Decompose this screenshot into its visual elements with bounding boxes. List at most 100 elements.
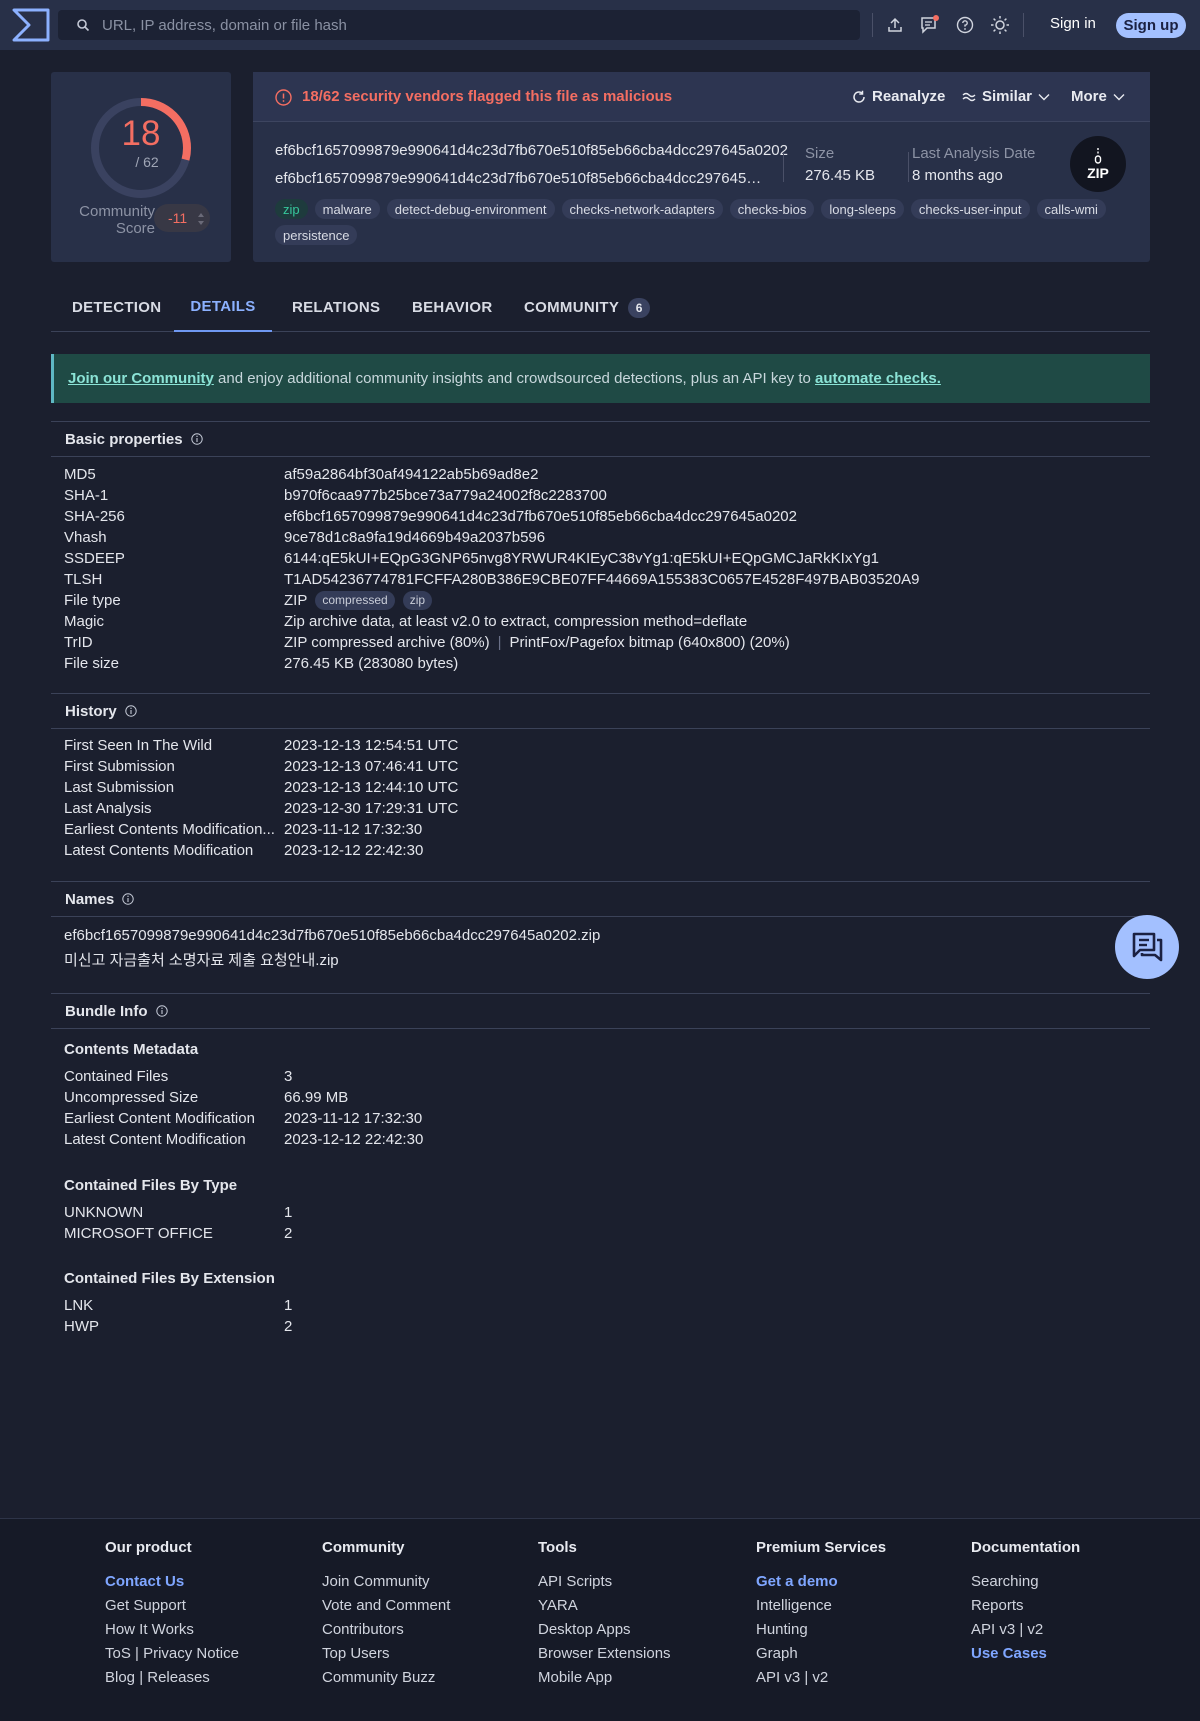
footer-link[interactable]: Searching [971,1570,1080,1594]
similar-dropdown[interactable]: Similar [962,88,1050,105]
file-tags: zip malware detect-debug-environment checks… [275,199,1115,245]
sha1-value[interactable]: b970f6caa977b25bce73a779a24002f8c2283700 [284,485,607,506]
file-type-count-value: 2 [284,1225,293,1242]
search-input[interactable] [102,16,802,34]
file-tag[interactable]: checks-network-adapters [561,199,723,219]
footer-link[interactable]: ToS | Privacy Notice [105,1642,239,1666]
sign-up-button[interactable]: Sign up [1116,13,1186,38]
banner-text: and enjoy additional community insights … [213,370,816,387]
file-size-value: 276.45 KB (283080 bytes) [284,655,459,672]
size-label: Size [805,145,835,162]
history-value: 2023-11-12 17:32:30 [284,821,423,838]
basic-properties-header: Basic properties [51,421,1150,457]
bundle-meta-value: 3 [284,1068,293,1085]
footer-link[interactable]: Desktop Apps [538,1618,671,1642]
virustotal-logo[interactable] [10,6,52,44]
zip-file-icon [1094,148,1102,164]
ssdeep-value[interactable]: 6144:qE5kUI+EQpG3GNP65nvg8YRWUR4KIEyC38v… [284,548,879,569]
top-bar: Sign in Sign up [0,0,1200,50]
vote-arrows-icon[interactable] [197,211,205,227]
join-community-link[interactable]: Join our Community [68,370,214,387]
file-tag[interactable]: malware [314,199,380,219]
md5-value[interactable]: af59a2864bf30af494122ab5b69ad8e2 [284,464,538,485]
tab-details[interactable]: DETAILS [174,283,272,332]
bundle-meta-label: Contained Files [64,1068,169,1085]
file-tag[interactable]: long-sleeps [821,199,904,219]
footer: Our product Contact Us Get Support How I… [0,1518,1200,1721]
footer-link[interactable]: Use Cases [971,1642,1080,1666]
file-type-count-label: MICROSOFT OFFICE [64,1225,213,1242]
footer-link[interactable]: Graph [756,1642,886,1666]
alert-text: 18/62 security vendors flagged this file… [302,88,673,105]
footer-column-documentation: Documentation Searching Reports API v3 |… [971,1539,1080,1666]
divider [1023,13,1024,37]
history-label: Last Analysis [64,800,152,817]
footer-link[interactable]: YARA [538,1594,671,1618]
file-tag[interactable]: calls-wmi [1036,199,1106,219]
vhash-value[interactable]: 9ce78d1c8a9fa19d4669b49a2037b596 [284,527,545,548]
footer-link[interactable]: API Scripts [538,1570,671,1594]
bundle-meta-label: Uncompressed Size [64,1089,199,1106]
detection-score-card: 18 / 62 Community Score -11 [51,72,231,262]
footer-link[interactable]: Contributors [322,1618,450,1642]
footer-link[interactable]: Mobile App [538,1666,671,1690]
upload-icon[interactable] [884,14,906,36]
notifications-icon[interactable] [919,14,941,36]
file-tag[interactable]: zip [275,199,308,219]
file-type-badge: ZIP [1070,136,1126,192]
footer-link[interactable]: Get Support [105,1594,239,1618]
chat-button[interactable] [1115,915,1179,979]
file-tag[interactable]: checks-user-input [910,199,1030,219]
footer-link[interactable]: Reports [971,1594,1080,1618]
tab-relations[interactable]: RELATIONS [292,283,380,332]
info-icon[interactable] [124,705,137,717]
tab-behavior[interactable]: BEHAVIOR [412,283,492,332]
history-value: 2023-12-13 12:54:51 UTC [284,737,459,754]
footer-link[interactable]: API v3 | v2 [971,1618,1080,1642]
bundle-info-header: Bundle Info [51,993,1150,1029]
search-bar[interactable] [58,10,860,40]
footer-link[interactable]: Community Buzz [322,1666,450,1690]
footer-link[interactable]: Intelligence [756,1594,886,1618]
footer-link[interactable]: Browser Extensions [538,1642,671,1666]
tab-community[interactable]: COMMUNITY 6 [524,283,651,332]
footer-link[interactable]: Top Users [322,1642,450,1666]
file-type-tag[interactable]: zip [402,591,433,610]
divider [783,152,784,182]
footer-link[interactable]: Contact Us [105,1570,239,1594]
footer-link[interactable]: Blog | Releases [105,1666,239,1690]
info-icon[interactable] [155,1005,168,1017]
trid-value: ZIP compressed archive (80%) | PrintFox/Pa… [284,634,790,651]
automate-checks-link[interactable]: automate checks. [815,370,941,387]
file-hash[interactable]: ef6bcf1657099879e990641d4c23d7fb670e510f… [275,142,788,159]
info-icon[interactable] [122,893,134,905]
more-dropdown[interactable]: More [1071,88,1125,105]
md5-label: MD5 [64,466,96,483]
sign-in-link[interactable]: Sign in [1050,15,1096,32]
footer-link[interactable]: Join Community [322,1570,450,1594]
history-header: History [51,693,1150,729]
sha256-value[interactable]: ef6bcf1657099879e990641d4c23d7fb670e510f… [284,506,797,527]
footer-link[interactable]: Vote and Comment [322,1594,450,1618]
file-name: ef6bcf1657099879e990641d4c23d7fb670e510f… [275,170,765,187]
footer-link[interactable]: Hunting [756,1618,886,1642]
trid-label: TrID [64,634,93,651]
vhash-label: Vhash [64,529,107,546]
reanalyze-button[interactable]: Reanalyze [852,88,945,105]
file-tag[interactable]: checks-bios [729,199,815,219]
file-type-tag[interactable]: compressed [315,591,395,610]
tab-detection[interactable]: DETECTION [72,283,161,332]
theme-toggle-icon[interactable] [989,14,1011,36]
footer-link[interactable]: Get a demo [756,1570,886,1594]
file-size-label: File size [64,655,120,672]
footer-link[interactable]: How It Works [105,1618,239,1642]
info-icon[interactable] [190,433,203,445]
footer-link[interactable]: API v3 | v2 [756,1666,886,1690]
tlsh-value[interactable]: T1AD54236774781FCFFA280B386E9CBE07FF4466… [284,569,919,590]
file-tag[interactable]: persistence [275,225,358,245]
community-score-label: Community Score [79,203,155,237]
file-type-count-value: 1 [284,1204,293,1221]
help-icon[interactable] [954,14,976,36]
file-tag[interactable]: detect-debug-environment [386,199,555,219]
footer-column-premium: Premium Services Get a demo Intelligence… [756,1539,886,1690]
